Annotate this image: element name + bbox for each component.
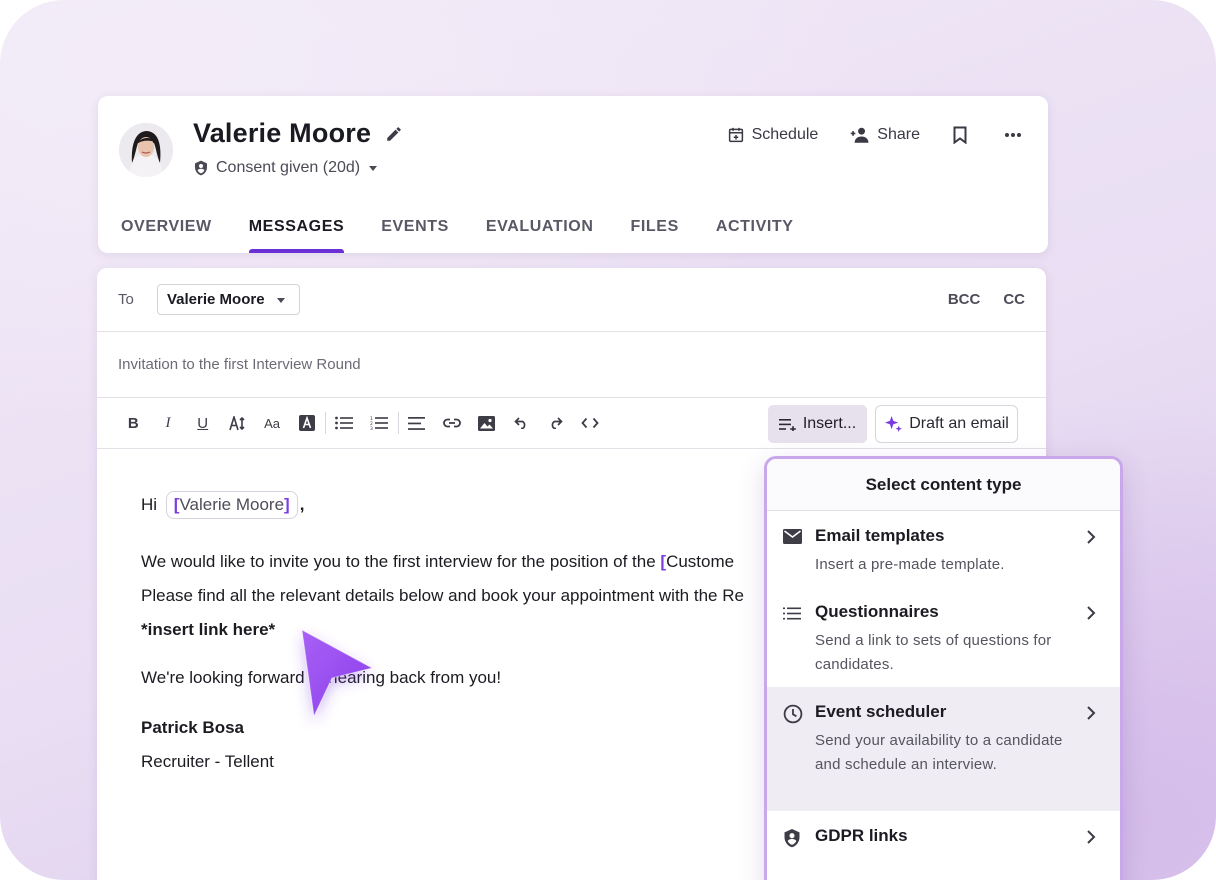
align-icon[interactable] (400, 412, 435, 434)
tab-evaluation[interactable]: EVALUATION (486, 214, 594, 253)
schedule-label: Schedule (751, 126, 819, 143)
consent-status: Consent given (20d) (216, 159, 361, 176)
cc-button[interactable]: CC (1003, 291, 1025, 308)
chevron-right-icon (1084, 529, 1098, 545)
menu-item-gdpr-links[interactable]: GDPR links (767, 811, 1120, 880)
envelope-icon (783, 528, 803, 548)
person-add-icon (850, 126, 870, 144)
subject-row: Invitation to the first Interview Round (97, 332, 1046, 398)
insert-list-icon (778, 418, 796, 431)
bookmark-icon[interactable] (952, 126, 968, 144)
chevron-right-icon (1084, 829, 1098, 845)
list-icon (783, 604, 803, 624)
share-button[interactable]: Share (850, 126, 920, 144)
calendar-add-icon (727, 126, 745, 144)
font-size-icon[interactable] (220, 412, 255, 434)
menu-item-description: Insert a pre-made template. (815, 556, 1005, 573)
merge-field-value: Custome (666, 552, 735, 571)
content-type-menu: Select content type Email templates Inse… (764, 456, 1123, 880)
draft-label: Draft an email (909, 415, 1009, 432)
shield-person-icon (783, 828, 803, 848)
link-icon[interactable] (434, 412, 469, 434)
bcc-button[interactable]: BCC (948, 291, 981, 308)
recipient-name: Valerie Moore (167, 291, 265, 308)
tab-events[interactable]: EVENTS (381, 214, 449, 253)
body-line: We would like to invite you to the first… (141, 552, 735, 571)
tab-files[interactable]: FILES (631, 214, 679, 253)
consent-dropdown[interactable]: Consent given (20d) (193, 159, 379, 177)
link-placeholder: *insert link here* (141, 620, 276, 639)
greeting-comma: , (299, 495, 305, 514)
caret-down-icon (275, 294, 287, 306)
merge-field-value: Valerie Moore (179, 495, 285, 514)
recipient-row: To Valerie Moore BCC CC (97, 268, 1046, 332)
toolbar-divider (397, 412, 399, 434)
menu-item-title: Questionnaires (815, 602, 939, 621)
menu-item-title: Email templates (815, 526, 945, 545)
code-icon[interactable] (573, 412, 608, 434)
shield-icon (193, 160, 209, 176)
pencil-icon[interactable] (385, 125, 403, 143)
candidate-name: Valerie Moore (193, 118, 372, 148)
share-label: Share (877, 126, 920, 143)
menu-item-description: Send a link to sets of questions for can… (815, 632, 1052, 673)
tab-overview[interactable]: OVERVIEW (121, 214, 212, 253)
menu-item-description: Send your availability to a candidate an… (815, 732, 1063, 773)
background: Valerie Moore Consent given (20d) Schedu… (0, 0, 1216, 880)
bullet-list-icon[interactable] (327, 412, 362, 434)
signature-title: Recruiter - Tellent (141, 752, 274, 771)
greeting-line: Hi [Valerie Moore], (141, 491, 304, 519)
candidate-header: Valerie Moore Consent given (20d) Schedu… (98, 96, 1048, 253)
menu-item-email-templates[interactable]: Email templates Insert a pre-made templa… (767, 511, 1120, 587)
insert-label: Insert... (802, 415, 857, 432)
body-line: Please find all the relevant details bel… (141, 586, 744, 605)
tab-messages[interactable]: MESSAGES (248, 214, 345, 253)
pointer-cursor-icon (282, 620, 392, 730)
clock-icon (783, 704, 803, 724)
menu-item-title: Event scheduler (815, 702, 947, 721)
svg-text:3: 3 (370, 426, 373, 430)
image-icon[interactable] (469, 412, 504, 434)
signature-name: Patrick Bosa (141, 718, 244, 737)
draft-email-button[interactable]: Draft an email (875, 405, 1018, 443)
insert-button[interactable]: Insert... (768, 405, 867, 443)
text-color-icon[interactable] (289, 412, 324, 434)
body-text: We would like to invite you to the first… (141, 552, 661, 571)
sparkle-icon (884, 415, 903, 434)
tab-activity[interactable]: ACTIVITY (716, 214, 794, 253)
bold-icon[interactable]: B (116, 412, 151, 434)
to-label: To (118, 291, 134, 308)
underline-icon[interactable]: U (185, 412, 220, 434)
menu-item-event-scheduler[interactable]: Event scheduler Send your availability t… (767, 687, 1120, 811)
numbered-list-icon[interactable]: 123 (362, 412, 397, 434)
schedule-button[interactable]: Schedule (727, 126, 819, 144)
menu-item-questionnaires[interactable]: Questionnaires Send a link to sets of qu… (767, 587, 1120, 687)
caret-down-icon (367, 162, 379, 174)
undo-icon[interactable] (504, 412, 539, 434)
redo-icon[interactable] (538, 412, 573, 434)
menu-item-title: GDPR links (815, 826, 908, 845)
font-case-icon[interactable]: Aa (255, 412, 290, 434)
more-icon[interactable] (1004, 132, 1022, 138)
avatar (119, 123, 173, 177)
tab-bar: OVERVIEW MESSAGES EVENTS EVALUATION FILE… (121, 214, 794, 253)
formatting-toolbar: B I U Aa 123 Insert... Draft an email (97, 398, 1046, 449)
chevron-right-icon (1084, 705, 1098, 721)
recipient-select[interactable]: Valerie Moore (157, 284, 300, 315)
toolbar-divider (325, 412, 327, 434)
greeting-text: Hi (141, 495, 158, 514)
italic-icon[interactable]: I (151, 412, 186, 434)
chevron-right-icon (1084, 605, 1098, 621)
merge-field-chip[interactable]: [Valerie Moore] (165, 491, 298, 519)
menu-title: Select content type (767, 459, 1120, 511)
subject-input[interactable]: Invitation to the first Interview Round (118, 356, 361, 373)
